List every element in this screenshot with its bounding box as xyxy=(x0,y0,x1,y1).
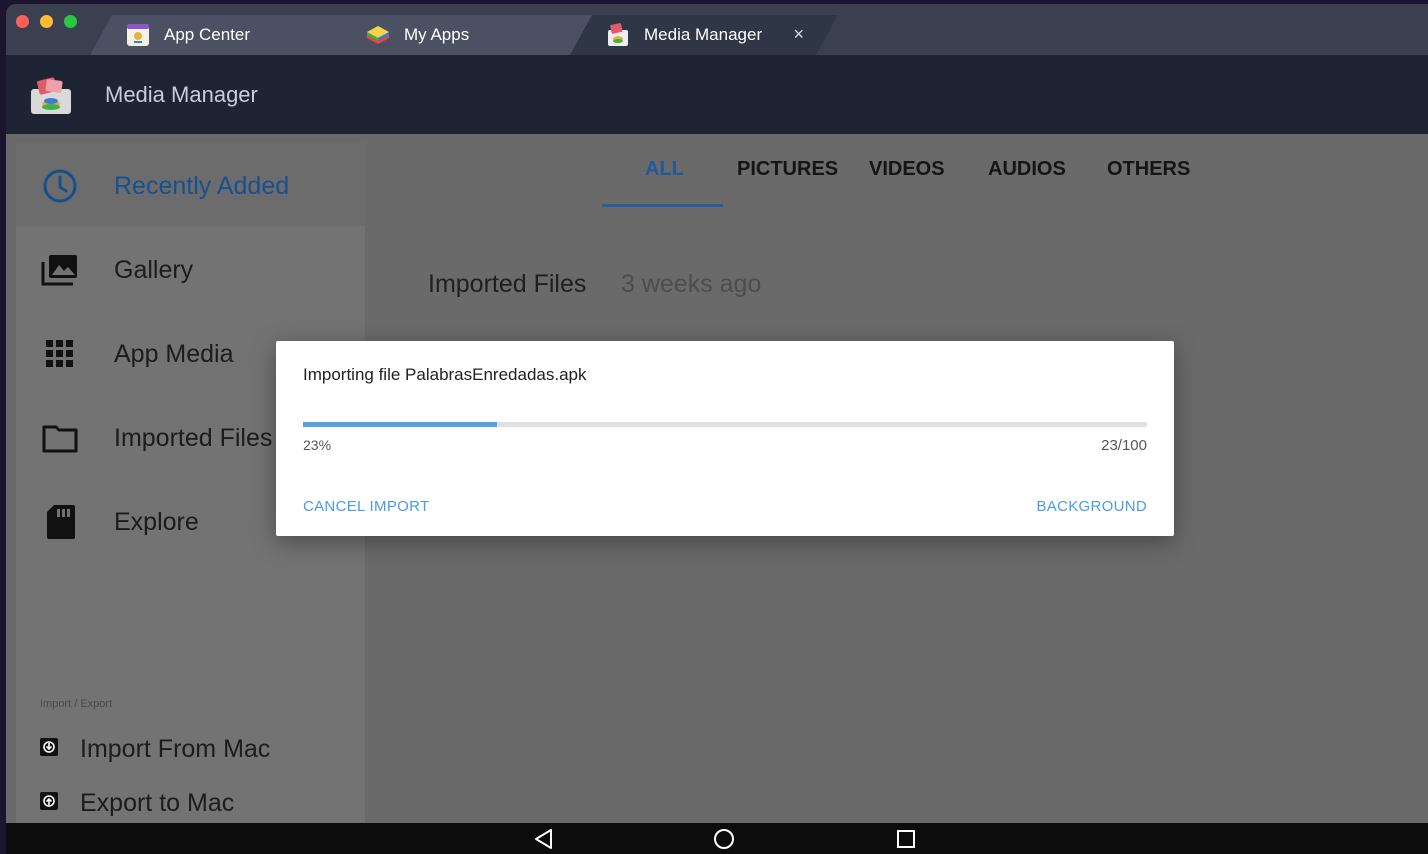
my-apps-icon xyxy=(366,23,390,47)
progress-percent: 23% xyxy=(303,437,332,453)
gallery-icon xyxy=(41,255,77,286)
tab-videos[interactable]: VIDEOS xyxy=(869,158,945,181)
sidebar-item-recently-added[interactable]: Recently Added xyxy=(16,142,365,226)
app-window: App Center My Apps Media Manager × Media… xyxy=(6,4,1428,854)
export-icon xyxy=(40,792,58,810)
dialog-message: Importing file PalabrasEnredadas.apk xyxy=(303,365,587,384)
tab-media-manager[interactable]: Media Manager × xyxy=(570,15,838,55)
active-tab-indicator xyxy=(602,204,723,207)
import-progress-dialog: Importing file PalabrasEnredadas.apk 23%… xyxy=(276,341,1174,536)
progress-bar-fill xyxy=(303,422,498,427)
tab-label: App Center xyxy=(164,25,250,44)
tab-pictures[interactable]: PICTURES xyxy=(737,158,838,181)
sidebar-item-label: Gallery xyxy=(114,256,194,284)
folder-icon xyxy=(42,425,78,453)
sidebar-item-label: Import From Mac xyxy=(80,735,271,763)
tab-app-center[interactable]: App Center xyxy=(90,15,354,55)
app-header: Media Manager xyxy=(6,55,1428,134)
sidebar-item-import-from-mac[interactable]: Import From Mac xyxy=(16,724,365,774)
media-manager-icon xyxy=(606,23,630,47)
media-manager-logo-icon xyxy=(31,77,71,114)
import-icon xyxy=(40,738,58,756)
sidebar-item-label: Explore xyxy=(114,508,199,536)
close-window-button[interactable] xyxy=(16,15,29,28)
android-nav-bar xyxy=(6,823,1428,854)
back-icon[interactable] xyxy=(533,828,555,850)
tab-all[interactable]: ALL xyxy=(645,158,684,181)
close-tab-icon[interactable]: × xyxy=(793,24,804,45)
tab-my-apps[interactable]: My Apps xyxy=(330,15,594,55)
grid-icon xyxy=(46,340,73,367)
tab-label: My Apps xyxy=(404,25,470,44)
sidebar-item-gallery[interactable]: Gallery xyxy=(16,226,365,310)
tab-audios[interactable]: AUDIOS xyxy=(988,158,1066,181)
progress-count: 23/100 xyxy=(1101,437,1147,454)
app-title: Media Manager xyxy=(105,82,258,107)
tab-label: Media Manager xyxy=(644,25,763,44)
background-button[interactable]: BACKGROUND xyxy=(1036,498,1147,515)
tab-others[interactable]: OTHERS xyxy=(1107,158,1190,181)
cancel-import-button[interactable]: CANCEL IMPORT xyxy=(303,498,429,515)
sd-card-icon xyxy=(47,505,75,539)
progress-bar xyxy=(303,422,1147,427)
app-center-icon xyxy=(126,23,150,47)
sidebar-item-label: App Media xyxy=(114,340,234,368)
zoom-window-button[interactable] xyxy=(64,15,77,28)
sidebar-item-label: Recently Added xyxy=(114,172,290,200)
clock-icon xyxy=(43,169,77,203)
title-tab-bar: App Center My Apps Media Manager × xyxy=(6,4,1428,55)
home-icon[interactable] xyxy=(713,828,735,850)
recents-icon[interactable] xyxy=(895,828,917,850)
import-export-caption: Import / Export xyxy=(40,698,113,710)
section-timestamp: 3 weeks ago xyxy=(621,270,762,298)
sidebar-item-label: Export to Mac xyxy=(80,789,235,817)
sidebar-item-export-to-mac[interactable]: Export to Mac xyxy=(16,778,365,828)
section-title: Imported Files xyxy=(428,270,587,298)
sidebar-item-label: Imported Files xyxy=(114,424,273,452)
minimize-window-button[interactable] xyxy=(40,15,53,28)
